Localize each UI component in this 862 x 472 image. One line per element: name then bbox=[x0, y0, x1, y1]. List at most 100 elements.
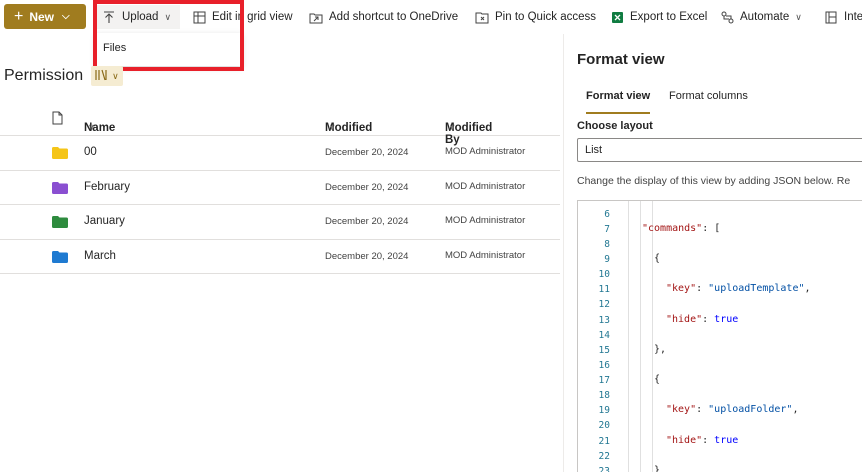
row-name[interactable]: February bbox=[84, 181, 130, 193]
table-row[interactable]: January December 20, 2024 MOD Administra… bbox=[0, 205, 560, 240]
json-string: "uploadTemplate" bbox=[708, 283, 805, 294]
chevron-down-icon: ∨ bbox=[795, 11, 802, 22]
line-number: 19 bbox=[598, 405, 610, 416]
export-excel-label: Export to Excel bbox=[630, 11, 708, 23]
library-title-text: Permission bbox=[4, 67, 84, 84]
choose-layout-label: Choose layout bbox=[577, 120, 653, 132]
line-number: 16 bbox=[598, 360, 610, 371]
json-boolean: true bbox=[714, 435, 739, 446]
indent-guide bbox=[628, 201, 629, 472]
json-string: "uploadFolder" bbox=[708, 404, 793, 415]
json-code-editor[interactable]: 6 7 8 9 10 11 12 13 14 15 16 17 18 19 20… bbox=[577, 200, 862, 472]
json-punct: : bbox=[702, 314, 715, 325]
library-view-icon bbox=[95, 69, 109, 84]
json-key: "key" bbox=[666, 404, 697, 415]
row-modified: December 20, 2024 bbox=[325, 216, 409, 227]
line-number: 9 bbox=[604, 254, 610, 265]
automate-icon bbox=[720, 10, 734, 24]
json-punct: } bbox=[654, 465, 661, 472]
json-punct: }, bbox=[654, 344, 667, 355]
folder-icon bbox=[52, 181, 68, 194]
json-punct: : bbox=[696, 404, 709, 415]
chevron-down-icon: ∨ bbox=[449, 122, 456, 132]
pane-title: Format view bbox=[577, 51, 665, 68]
new-button[interactable]: + New ⌵ bbox=[4, 4, 86, 29]
row-name[interactable]: January bbox=[84, 215, 125, 227]
line-number: 15 bbox=[598, 345, 610, 356]
integrate-button[interactable]: Inte bbox=[824, 6, 862, 28]
line-number: 21 bbox=[598, 436, 610, 447]
chevron-down-icon: ∨ bbox=[88, 122, 95, 132]
folder-icon bbox=[52, 147, 68, 159]
folder-icon bbox=[52, 216, 68, 228]
json-punct: { bbox=[654, 374, 661, 385]
shortcut-icon bbox=[309, 10, 323, 24]
chevron-down-icon: ⌵ bbox=[62, 11, 70, 22]
new-button-label: New bbox=[29, 9, 55, 24]
line-number: 13 bbox=[598, 315, 610, 326]
table-row[interactable]: 00 December 20, 2024 MOD Administrator bbox=[0, 136, 560, 171]
chevron-down-icon: ∨ bbox=[112, 70, 119, 81]
code-line-commands: "commands": [ bbox=[642, 223, 720, 234]
json-key: "commands" bbox=[642, 223, 703, 234]
help-text: Change the display of this view by addin… bbox=[577, 175, 851, 187]
line-number: 18 bbox=[598, 390, 610, 401]
folder-icon bbox=[52, 250, 68, 263]
json-punct: { bbox=[654, 253, 661, 264]
layout-select[interactable]: List bbox=[577, 138, 862, 162]
json-punct: , bbox=[792, 404, 799, 415]
row-modified-by: MOD Administrator bbox=[445, 146, 526, 157]
add-shortcut-button[interactable]: Add shortcut to OneDrive bbox=[309, 6, 458, 28]
json-boolean: true bbox=[714, 314, 739, 325]
code-line-open-brace: { bbox=[654, 374, 660, 385]
line-number: 11 bbox=[598, 284, 610, 295]
row-name[interactable]: 00 bbox=[84, 146, 97, 158]
line-number: 12 bbox=[598, 299, 610, 310]
line-number: 17 bbox=[598, 375, 610, 386]
json-key: "hide" bbox=[666, 435, 703, 446]
row-modified-by: MOD Administrator bbox=[445, 215, 526, 226]
plus-icon: + bbox=[14, 7, 24, 25]
tab-format-view[interactable]: Format view bbox=[586, 90, 650, 102]
pin-quick-access-button[interactable]: Pin to Quick access bbox=[475, 6, 596, 28]
line-number: 22 bbox=[598, 451, 610, 462]
excel-icon bbox=[610, 10, 624, 24]
pin-quick-access-label: Pin to Quick access bbox=[495, 11, 596, 23]
code-line-open-brace: { bbox=[654, 253, 660, 264]
pin-icon bbox=[475, 10, 489, 24]
integrate-label: Inte bbox=[844, 11, 862, 23]
line-number: 6 bbox=[604, 209, 610, 220]
integrate-icon bbox=[824, 10, 838, 24]
json-punct: : bbox=[702, 435, 715, 446]
row-modified: December 20, 2024 bbox=[325, 250, 409, 262]
json-punct: : [ bbox=[702, 223, 721, 234]
row-name[interactable]: March bbox=[84, 250, 116, 262]
automate-button[interactable]: Automate ∨ bbox=[720, 6, 802, 28]
json-punct: , bbox=[804, 283, 811, 294]
indent-guide bbox=[652, 201, 653, 472]
chevron-down-icon: ∨ bbox=[329, 122, 336, 132]
row-modified: December 20, 2024 bbox=[325, 147, 409, 158]
line-number: 23 bbox=[598, 466, 610, 472]
list-header: Name ∨ Modified ∨ Modified By ∨ bbox=[0, 104, 560, 146]
code-line-hide: "hide": true bbox=[666, 435, 738, 446]
json-key: "hide" bbox=[666, 314, 703, 325]
code-line-key: "key": "uploadFolder", bbox=[666, 404, 798, 415]
add-shortcut-label: Add shortcut to OneDrive bbox=[329, 11, 459, 23]
table-row[interactable]: February December 20, 2024 MOD Administr… bbox=[0, 171, 560, 205]
file-type-icon[interactable] bbox=[52, 111, 63, 128]
json-key: "key" bbox=[666, 283, 697, 294]
line-number: 7 bbox=[604, 224, 610, 235]
export-excel-button[interactable]: Export to Excel bbox=[610, 6, 707, 28]
line-number: 20 bbox=[598, 420, 610, 431]
code-line-close-brace: }, bbox=[654, 344, 666, 355]
code-line-close-brace: } bbox=[654, 465, 660, 472]
view-switcher[interactable]: ∨ bbox=[91, 66, 123, 86]
line-number: 8 bbox=[604, 239, 610, 250]
indent-guide bbox=[640, 201, 641, 472]
json-punct: : bbox=[696, 283, 709, 294]
tab-format-columns[interactable]: Format columns bbox=[669, 90, 748, 102]
table-row[interactable]: March December 20, 2024 MOD Administrato… bbox=[0, 240, 560, 274]
line-number: 14 bbox=[598, 330, 610, 341]
format-view-pane: Format view Format view Format columns C… bbox=[563, 34, 862, 472]
